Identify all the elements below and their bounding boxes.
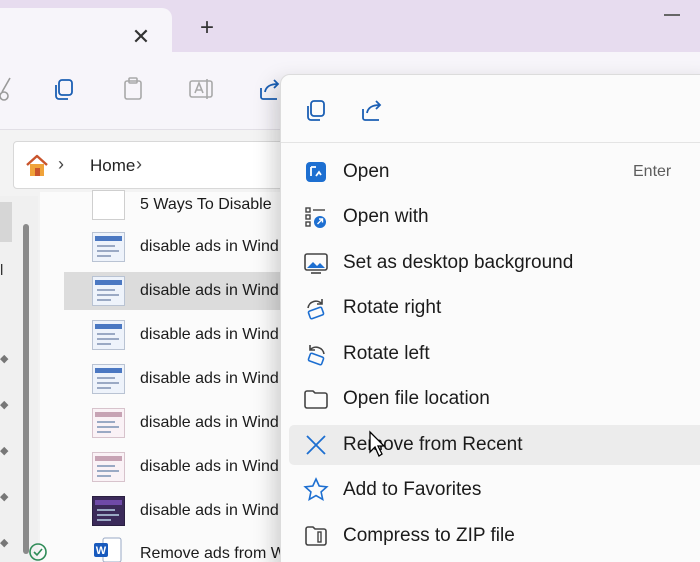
photos-app-icon <box>303 159 329 185</box>
file-thumbnail <box>92 496 125 526</box>
menu-item-label: Open <box>343 161 390 182</box>
svg-text:W: W <box>96 545 107 557</box>
menu-item-label: Add to Favorites <box>343 479 482 500</box>
file-name: disable ads in Wind <box>140 326 279 343</box>
file-name: disable ads in Wind <box>140 458 279 475</box>
menu-quick-actions <box>281 75 700 143</box>
file-thumbnail <box>92 452 125 482</box>
pin-icon: ◆ <box>0 537 9 549</box>
file-thumbnail <box>92 320 125 350</box>
breadcrumb-chevron-icon[interactable]: › <box>136 154 142 175</box>
file-thumbnail <box>92 408 125 438</box>
file-thumbnail <box>92 364 125 394</box>
menu-item-open[interactable]: Open Enter <box>289 152 700 192</box>
menu-item-label: Rotate left <box>343 343 430 364</box>
menu-item-label: Compress to ZIP file <box>343 525 515 546</box>
file-list: 5 Ways To Disable disable ads in Wind di… <box>40 190 324 562</box>
copy-icon[interactable] <box>51 76 77 102</box>
pin-icon: ◆ <box>0 399 9 411</box>
menu-item-shortcut: Enter <box>633 163 672 180</box>
home-icon <box>24 153 50 179</box>
file-name: disable ads in Wind <box>140 414 279 431</box>
desktop-background-icon <box>303 250 329 276</box>
menu-item-label: Open file location <box>343 388 490 409</box>
nav-scrollbar[interactable] <box>23 224 29 554</box>
file-name: Remove ads from W <box>140 545 286 562</box>
menu-item-remove-from-recent[interactable]: Remove from Recent <box>289 425 700 465</box>
nav-selected-item[interactable] <box>0 202 12 242</box>
title-bar: ✕ + <box>0 0 700 52</box>
word-document-icon: W <box>94 537 122 562</box>
file-thumbnail <box>92 190 125 220</box>
menu-item-label: Rotate right <box>343 297 442 318</box>
mouse-pointer-icon <box>369 430 386 457</box>
address-bar[interactable]: › Home › <box>13 141 313 189</box>
rotate-right-icon <box>303 295 329 321</box>
file-name: disable ads in Wind <box>140 502 279 519</box>
paste-icon[interactable] <box>120 76 146 102</box>
breadcrumb-home[interactable]: Home <box>90 156 135 176</box>
zip-icon <box>303 523 329 549</box>
file-thumbnail <box>92 276 125 306</box>
star-icon <box>303 477 329 503</box>
share-icon[interactable] <box>359 97 385 123</box>
close-tab-icon[interactable]: ✕ <box>128 24 154 50</box>
pin-icon: ◆ <box>0 445 9 457</box>
menu-item-open-file-location[interactable]: Open file location <box>289 379 700 419</box>
menu-item-set-as-desktop-background[interactable]: Set as desktop background <box>289 243 700 283</box>
cut-icon[interactable] <box>0 76 14 102</box>
file-name: 5 Ways To Disable <box>140 196 272 213</box>
rename-icon[interactable] <box>188 76 214 102</box>
file-name: disable ads in Wind <box>140 238 279 255</box>
nav-item-label[interactable]: l <box>0 262 3 279</box>
close-icon <box>303 432 329 458</box>
active-tab[interactable]: ✕ <box>0 8 172 52</box>
file-thumbnail <box>92 232 125 262</box>
breadcrumb-separator: › <box>58 154 64 174</box>
new-tab-icon[interactable]: + <box>194 15 220 41</box>
pin-icon: ◆ <box>0 491 9 503</box>
menu-item-add-to-favorites[interactable]: Add to Favorites <box>289 470 700 510</box>
menu-item-open-with[interactable]: Open with <box>289 197 700 237</box>
sync-status-icon <box>29 543 47 561</box>
minimize-button[interactable] <box>664 14 680 16</box>
file-name: disable ads in Wind <box>140 370 279 387</box>
open-with-icon <box>303 204 329 230</box>
menu-item-label: Open with <box>343 206 429 227</box>
folder-icon <box>303 386 329 412</box>
menu-item-rotate-right[interactable]: Rotate right <box>289 288 700 328</box>
pin-icon: ◆ <box>0 353 9 365</box>
file-name: disable ads in Wind <box>140 282 279 299</box>
rotate-left-icon <box>303 341 329 367</box>
menu-item-label: Set as desktop background <box>343 252 574 273</box>
menu-item-rotate-left[interactable]: Rotate left <box>289 334 700 374</box>
context-menu: Open Enter Open with Set as desktop back… <box>280 74 700 562</box>
copy-icon[interactable] <box>303 97 329 123</box>
navigation-pane: l ◆ ◆ ◆ ◆ ◆ <box>0 196 38 562</box>
menu-item-compress-to-zip-file[interactable]: Compress to ZIP file <box>289 516 700 556</box>
